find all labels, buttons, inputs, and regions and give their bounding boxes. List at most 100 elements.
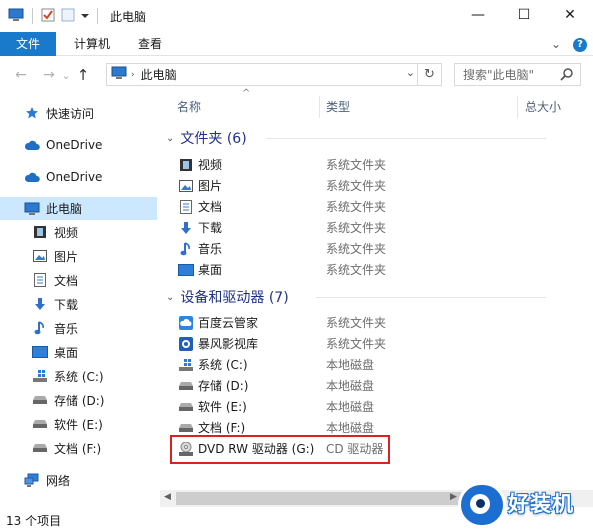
item-type: 本地磁盘 [326,379,375,393]
item-name: 系统 (C:) [198,358,248,372]
toolbar-divider [97,8,98,24]
nav-item-label: 文档 [54,273,79,288]
help-button[interactable]: ? [573,36,587,52]
ribbon-tabs: 文件 计算机 查看 ⌄ ? [0,31,593,56]
computer-icon[interactable] [8,8,24,25]
column-divider[interactable] [319,96,320,118]
list-item[interactable]: 软件 (E:) 本地磁盘 [178,396,588,417]
list-item[interactable]: 视频 系统文件夹 [178,154,588,175]
nav-item-drive-d[interactable]: 存储 (D:) [0,389,157,411]
breadcrumb[interactable]: 此电脑 [141,66,177,83]
list-item[interactable]: 音乐 系统文件夹 [178,238,588,259]
nav-item-label: 音乐 [54,321,79,336]
nav-item-drive-e[interactable]: 软件 (E:) [0,413,157,435]
help-icon: ? [573,38,587,52]
ribbon-controls: ⌄ ? [551,36,587,52]
refresh-button[interactable]: ↻ [417,64,441,85]
back-button[interactable]: ← [10,67,32,83]
star-icon [24,105,40,121]
nav-item-videos[interactable]: 视频 [0,221,157,243]
group-title: 设备和驱动器 (7) [180,290,289,306]
minimize-button[interactable]: — [455,0,501,30]
item-name: 软件 (E:) [198,400,247,414]
network-icon [24,472,40,488]
video-icon [178,157,194,173]
navigation-pane: 快速访问 OneDrive OneDrive 此电脑 视频 图片 文档 下载 音… [0,92,157,508]
item-type: 本地磁盘 [326,421,375,435]
watermark: 好装机 [456,482,593,532]
drive-icon [32,392,48,408]
nav-item-this-pc[interactable]: 此电脑 [0,197,157,220]
column-divider[interactable] [517,96,518,118]
column-header-name[interactable]: 名称 [177,92,201,120]
address-dropdown-button[interactable]: ⌄ [406,66,415,79]
list-item[interactable]: 桌面 系统文件夹 [178,259,588,280]
item-type: 系统文件夹 [326,179,387,193]
media-library-icon [178,336,194,352]
toolbar-dropdown-icon[interactable] [81,9,89,23]
new-folder-icon[interactable] [61,8,75,25]
column-header-size[interactable]: 总大小 [525,92,561,120]
up-button[interactable]: ↑ [72,66,94,84]
nav-item-drive-c[interactable]: 系统 (C:) [0,365,157,387]
nav-item-label: 软件 (E:) [54,417,103,432]
nav-item-drive-f[interactable]: 文档 (F:) [0,437,157,459]
nav-item-onedrive[interactable]: OneDrive [0,134,157,156]
item-type: 本地磁盘 [326,358,375,372]
nav-item-onedrive-2[interactable]: OneDrive [0,166,157,188]
nav-item-label: OneDrive [46,138,103,152]
group-header-folders[interactable]: ⌄ 文件夹 (6) [166,128,546,148]
download-icon [32,296,48,312]
nav-item-downloads[interactable]: 下载 [0,293,157,315]
address-bar[interactable]: › 此电脑 ⌄ ↻ [106,63,442,86]
item-type: 系统文件夹 [326,316,387,330]
desktop-icon [178,262,194,278]
search-icon[interactable] [560,67,574,84]
nav-item-documents[interactable]: 文档 [0,269,157,291]
list-item[interactable]: 暴风影视库 系统文件夹 [178,333,588,354]
scroll-left-button[interactable]: ◀ [164,492,171,502]
drive-icon [178,420,194,436]
tab-file[interactable]: 文件 [0,31,57,56]
nav-item-label: 桌面 [54,345,79,360]
maximize-button[interactable]: ☐ [501,0,547,30]
document-icon [178,199,194,215]
group-header-devices[interactable]: ⌄ 设备和驱动器 (7) [166,287,546,307]
nav-item-pictures[interactable]: 图片 [0,245,157,267]
nav-item-desktop[interactable]: 桌面 [0,341,157,363]
scrollbar-thumb[interactable] [176,492,466,505]
item-type: 系统文件夹 [326,263,387,277]
drive-icon [178,378,194,394]
item-name: 文档 (F:) [198,421,246,435]
properties-icon[interactable] [41,8,55,25]
list-item[interactable]: 文档 系统文件夹 [178,196,588,217]
tab-computer[interactable]: 计算机 [60,32,124,56]
search-box[interactable]: 搜索"此电脑" [454,63,581,86]
nav-item-network[interactable]: 网络 [0,469,157,491]
list-item[interactable]: 图片 系统文件夹 [178,175,588,196]
column-header-type[interactable]: 类型 [326,92,350,120]
group-divider [316,297,546,298]
forward-button[interactable]: → [38,67,60,83]
item-type: 系统文件夹 [326,221,387,235]
nav-item-music[interactable]: 音乐 [0,317,157,339]
close-button[interactable]: ✕ [547,0,593,30]
picture-icon [178,178,194,194]
nav-item-label: OneDrive [46,170,103,184]
nav-item-label: 网络 [46,473,71,488]
recent-locations-button[interactable]: ⌄ [60,69,72,82]
search-input[interactable]: 搜索"此电脑" [463,66,534,83]
ribbon-collapse-button[interactable]: ⌄ [551,37,561,51]
breadcrumb-separator-icon: › [131,69,135,80]
nav-item-quick-access[interactable]: 快速访问 [0,102,157,124]
navigation-bar: ← → ⌄ ↑ › 此电脑 ⌄ ↻ 搜索"此电脑" [0,58,593,92]
tab-view[interactable]: 查看 [124,32,176,56]
cloud-icon [24,169,40,185]
window-title: 此电脑 [110,9,147,24]
list-item[interactable]: 存储 (D:) 本地磁盘 [178,375,588,396]
sort-ascending-icon: ^ [242,88,251,99]
list-item[interactable]: 系统 (C:) 本地磁盘 [178,354,588,375]
group-title: 文件夹 (6) [180,131,247,147]
list-item[interactable]: 百度云管家 系统文件夹 [178,312,588,333]
list-item[interactable]: 下载 系统文件夹 [178,217,588,238]
